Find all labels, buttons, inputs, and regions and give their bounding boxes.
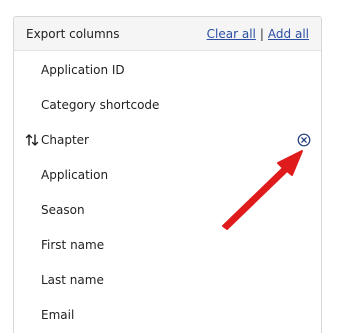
column-list: Application ID Category shortcode Chapte… (14, 52, 321, 332)
drag-sort-icon[interactable] (25, 133, 39, 147)
link-separator: | (259, 26, 264, 41)
page: Export columns Clear all | Add all Appli… (0, 0, 357, 333)
header-actions: Clear all | Add all (207, 27, 309, 41)
panel-header: Export columns Clear all | Add all (14, 17, 321, 51)
column-item[interactable]: Last name (14, 262, 321, 297)
column-label: Email (41, 307, 75, 322)
column-label: Category shortcode (41, 97, 160, 112)
column-item[interactable]: First name (14, 227, 321, 262)
column-label: First name (41, 237, 105, 252)
column-label: Chapter (41, 132, 89, 147)
column-item[interactable]: Application (14, 157, 321, 192)
column-label: Application (41, 167, 109, 182)
clear-all-link[interactable]: Clear all (207, 27, 256, 41)
column-item[interactable]: Season (14, 192, 321, 227)
column-item[interactable]: Category shortcode (14, 87, 321, 122)
column-item[interactable]: Application ID (14, 52, 321, 87)
close-circle-icon[interactable] (297, 133, 311, 147)
export-columns-panel: Export columns Clear all | Add all Appli… (13, 16, 322, 333)
column-label: Application ID (41, 62, 125, 77)
column-label: Last name (41, 272, 104, 287)
column-label: Season (41, 202, 85, 217)
panel-title: Export columns (26, 26, 120, 41)
column-item[interactable]: Email (14, 297, 321, 332)
column-item-hovered[interactable]: Chapter (14, 122, 321, 157)
add-all-link[interactable]: Add all (268, 27, 309, 41)
